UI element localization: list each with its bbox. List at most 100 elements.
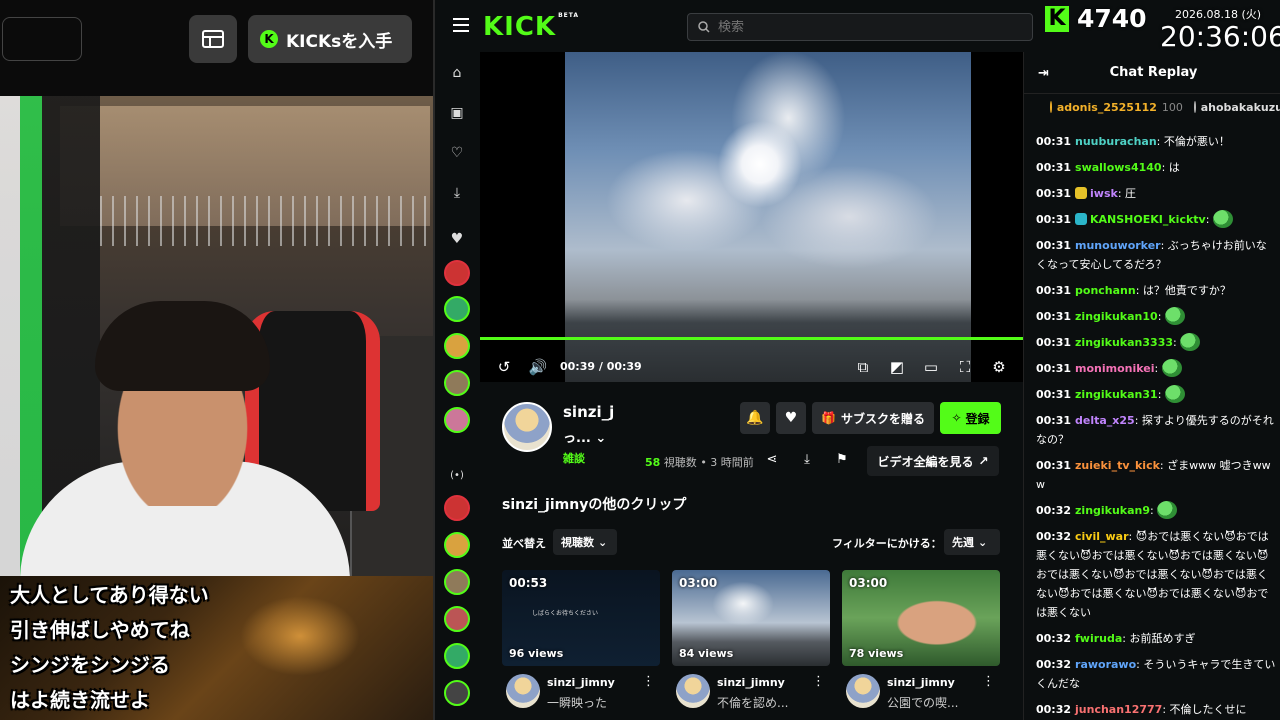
clip-icon[interactable]: ⧉	[851, 355, 875, 379]
more-options-icon[interactable]: ⋮	[642, 674, 655, 689]
share-icon[interactable]: ⋖	[763, 450, 781, 468]
clip-title[interactable]: っ... ⌄	[563, 427, 606, 446]
report-icon[interactable]: ⚑	[833, 450, 851, 468]
channel-name[interactable]: sinzi_j	[563, 403, 614, 421]
chat-message: 00:31 nuuburachan: 不倫が悪い！	[1036, 135, 1230, 148]
search-input[interactable]	[718, 19, 1018, 35]
chat-username[interactable]: KANSHOEKI_kicktv	[1090, 213, 1206, 226]
download-clip-icon[interactable]: ⤓	[798, 450, 816, 468]
followed-channel-avatar[interactable]	[444, 407, 470, 433]
clip-card[interactable]: 03:00 84 views sinzi_jimny 不倫を認め... ⋮	[672, 570, 830, 720]
chat-username[interactable]: nuuburachan	[1075, 135, 1157, 148]
chat-username[interactable]: civil_war	[1075, 530, 1129, 543]
chat-message: 00:31 ponchann: は？他責ですか？	[1036, 284, 1231, 297]
followed-channel-avatar[interactable]	[444, 260, 470, 286]
theater-mode-icon[interactable]: ▭	[919, 355, 943, 379]
background-layout-button[interactable]	[189, 15, 237, 63]
clip-thumbnail[interactable]: しばらくお待ちください 00:53 96 views	[502, 570, 660, 666]
recommended-channel-avatar[interactable]	[444, 680, 470, 706]
kick-counter: K 4740	[1045, 4, 1147, 33]
recommended-channel-avatar[interactable]	[444, 495, 470, 521]
sort-dropdown[interactable]: 視聴数 ⌄	[553, 529, 617, 555]
hamburger-menu-icon[interactable]	[453, 18, 469, 32]
video-player[interactable]: ↺ 🔊 00:39 / 00:39 ⧉ ◩ ▭ ⛶ ⚙	[480, 52, 1023, 382]
clip-card[interactable]: しばらくお待ちください 00:53 96 views sinzi_jimny 一…	[502, 570, 660, 720]
more-options-icon[interactable]: ⋮	[982, 674, 995, 689]
chat-timestamp: 00:31	[1036, 310, 1072, 323]
clip-author[interactable]: sinzi_jimny	[887, 676, 955, 689]
followed-channel-avatar[interactable]	[444, 370, 470, 396]
chat-username[interactable]: iwsk	[1090, 187, 1118, 200]
followed-channel-avatar[interactable]	[444, 296, 470, 322]
progress-bar[interactable]	[480, 337, 1023, 340]
chat-username[interactable]: swallows4140	[1075, 161, 1162, 174]
follow-button[interactable]: ✧ 登録	[940, 402, 1001, 434]
chevron-down-icon: ⌄	[598, 535, 608, 549]
recommended-channel-avatar[interactable]	[444, 643, 470, 669]
collapse-chat-icon[interactable]: ⇥	[1038, 66, 1049, 81]
chat-username[interactable]: raworawo	[1075, 658, 1136, 671]
category-tag[interactable]: 雑談	[563, 450, 585, 466]
settings-icon[interactable]: ⚙	[987, 355, 1011, 379]
recommended-channel-avatar[interactable]	[444, 532, 470, 558]
clip-author-avatar[interactable]	[676, 674, 710, 708]
background-search-field[interactable]	[2, 17, 82, 61]
filter-dropdown[interactable]: 先週 ⌄	[944, 529, 1000, 555]
chat-timestamp: 00:31	[1036, 284, 1072, 297]
chat-username[interactable]: delta_x25	[1075, 414, 1135, 427]
clip-thumbnail[interactable]: 03:00 84 views	[672, 570, 830, 666]
notification-bell-button[interactable]: 🔔	[740, 402, 770, 434]
chat-username[interactable]: zuieki_tv_kick	[1075, 459, 1160, 472]
fullscreen-icon[interactable]: ⛶	[953, 355, 977, 379]
clip-card[interactable]: 03:00 78 views sinzi_jimny 公園での喫... ⋮	[842, 570, 1000, 720]
search-bar[interactable]	[687, 13, 1033, 41]
following-icon[interactable]: ♡	[448, 144, 466, 162]
gifter-name[interactable]: adonis_2525112	[1057, 101, 1157, 114]
followed-channel-avatar[interactable]	[444, 333, 470, 359]
chat-username[interactable]: zingikukan9	[1075, 504, 1150, 517]
get-kicks-button[interactable]: K KICKsを入手	[248, 15, 412, 63]
chat-username[interactable]: junchan12777	[1075, 703, 1162, 716]
replay-icon[interactable]: ↺	[492, 355, 516, 379]
volume-icon[interactable]: 🔊	[526, 355, 550, 379]
chat-username[interactable]: zingikukan3333	[1075, 336, 1173, 349]
clip-author[interactable]: sinzi_jimny	[717, 676, 785, 689]
clip-card-title[interactable]: 一瞬映った	[547, 694, 647, 711]
home-icon[interactable]: ⌂	[448, 64, 466, 82]
more-options-icon[interactable]: ⋮	[812, 674, 825, 689]
quality-icon[interactable]: ◩	[885, 355, 909, 379]
clip-author[interactable]: sinzi_jimny	[547, 676, 615, 689]
clip-author-avatar[interactable]	[506, 674, 540, 708]
clip-card-title[interactable]: 公園での喫...	[887, 694, 987, 711]
recommended-channel-avatar[interactable]	[444, 606, 470, 632]
watch-full-video-button[interactable]: ビデオ全編を見る ↗	[867, 446, 999, 476]
kick-count: 4740	[1077, 4, 1147, 33]
chat-username[interactable]: monimonikei	[1075, 362, 1155, 375]
heart-icon: ♥	[784, 410, 798, 426]
chat-username[interactable]: munouworker	[1075, 239, 1161, 252]
favorite-button[interactable]: ♥	[776, 402, 806, 434]
chat-timestamp: 00:32	[1036, 658, 1072, 671]
recommended-channel-avatar[interactable]	[444, 569, 470, 595]
chat-text: は？他責ですか？	[1142, 284, 1231, 297]
clip-card-title[interactable]: 不倫を認め...	[717, 694, 817, 711]
channel-avatar[interactable]	[502, 402, 552, 452]
chat-username[interactable]: zingikukan31	[1075, 388, 1158, 401]
chat-message: 00:31 iwsk: 圧	[1036, 187, 1137, 200]
chat-timestamp: 00:31	[1036, 239, 1072, 252]
gifter-name[interactable]: ahobakakuzu	[1201, 101, 1280, 114]
gift-sub-button[interactable]: 🎁 サブスクを贈る	[812, 402, 934, 434]
chat-username[interactable]: fwiruda	[1075, 632, 1122, 645]
chat-username[interactable]: zingikukan10	[1075, 310, 1158, 323]
chat-message: 00:32 raworawo: そういうキャラで生きていくんだな	[1036, 658, 1276, 690]
clip-thumbnail[interactable]: 03:00 78 views	[842, 570, 1000, 666]
subtitle-line: はよ続き流せよ	[10, 688, 150, 712]
chat-message: 00:32 civil_war: 😈おでは悪くない😈おでは悪くない😈おでは悪くない…	[1036, 530, 1269, 619]
download-icon[interactable]: ⤓	[448, 184, 466, 202]
chat-text: 不倫したくせに	[1169, 703, 1247, 716]
clip-author-avatar[interactable]	[846, 674, 880, 708]
browse-icon[interactable]: ▣	[448, 104, 466, 122]
kick-logo[interactable]: KICK BETA	[483, 12, 579, 42]
chat-username[interactable]: ponchann	[1075, 284, 1136, 297]
chevron-down-icon[interactable]: ⌄	[595, 431, 606, 446]
